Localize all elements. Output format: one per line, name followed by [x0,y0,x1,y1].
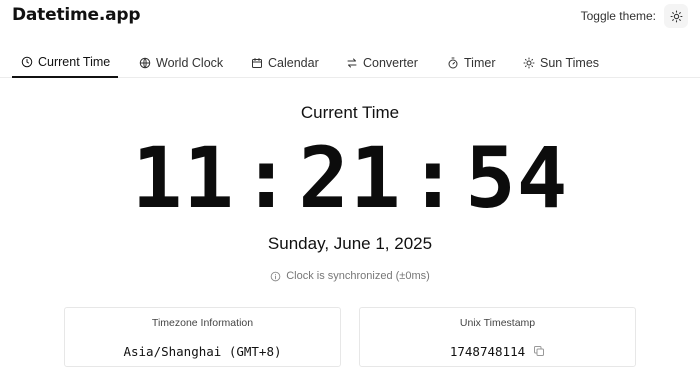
tab-label: Converter [363,55,418,70]
unix-timestamp-text: 1748748114 [449,343,526,359]
tab-label: Calendar [268,55,319,70]
page: Datetime.app Toggle theme: Current Time … [0,0,700,380]
timezone-value-text: Asia/Shanghai (GMT+8) [123,343,282,359]
theme-toggle-group: Toggle theme: [581,4,688,28]
tab-calendar[interactable]: Calendar [251,48,319,77]
sun-icon [523,57,535,68]
tab-converter[interactable]: Converter [346,48,418,77]
sun-icon [670,10,682,22]
swap-arrows-icon [347,58,357,67]
tab-world-clock[interactable]: World Clock [139,48,223,77]
theme-toggle-label: Toggle theme: [580,9,656,23]
tab-label: World Clock [156,55,224,70]
tab-current-time[interactable]: Current Time [12,48,118,78]
timezone-card: Timezone Information Asia/Shanghai (GMT+… [64,307,341,367]
copy-timestamp-button[interactable] [533,345,545,357]
section-title: Current Time [300,103,400,122]
app-title[interactable]: Datetime.app [12,5,141,25]
tab-sun-times[interactable]: Sun Times [523,48,599,77]
clock-separator: : [407,129,460,227]
tab-timer[interactable]: Timer [447,48,495,77]
sync-status: Clock is synchronized (±0ms) [0,268,700,284]
sync-status-text: Clock is synchronized (±0ms) [286,270,430,282]
tab-bar: Current Time World Clock Calendar Conver… [0,48,700,78]
clock-icon [21,56,33,68]
tab-label: Sun Times [540,55,600,70]
tab-label: Timer [464,55,496,70]
header: Datetime.app Toggle theme: [0,0,700,34]
info-icon [270,271,281,281]
clock-minutes: 21 [298,129,402,227]
tab-label: Current Time [38,55,111,69]
stopwatch-icon [448,57,458,68]
timezone-card-label: Timezone Information [151,317,254,329]
copy-icon [534,346,545,356]
theme-toggle-button[interactable] [664,4,688,28]
calendar-icon [252,57,262,68]
unix-timestamp-card: Unix Timestamp 1748748114 [359,307,636,367]
clock-seconds: 54 [465,129,569,227]
globe-icon [139,57,151,68]
clock-separator: : [240,129,293,227]
clock-hours: 11 [131,129,235,227]
current-date: Sunday, June 1, 2025 [267,234,433,253]
timezone-value: Asia/Shanghai (GMT+8) [65,342,340,360]
unix-timestamp-value: 1748748114 [360,342,635,360]
digital-clock: 11 : 21 : 54 [0,128,700,228]
unix-timestamp-label: Unix Timestamp [459,317,536,329]
